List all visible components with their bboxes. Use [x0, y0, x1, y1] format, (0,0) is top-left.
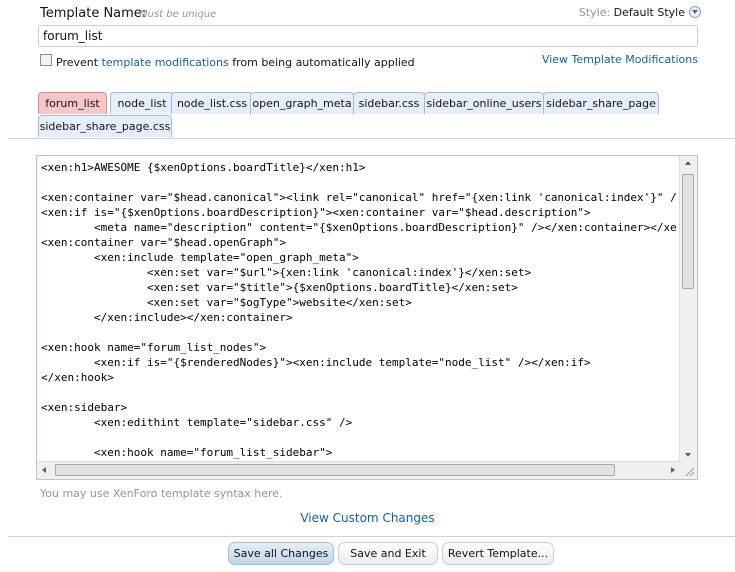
view-custom-changes-row: View Custom Changes: [0, 511, 735, 525]
tab-node-list-css[interactable]: node_list.css: [171, 92, 253, 114]
tab-sidebar-online-users[interactable]: sidebar_online_users: [424, 92, 544, 114]
prevent-suffix: from being automatically applied: [232, 56, 415, 69]
scroll-down-icon[interactable]: [685, 453, 691, 457]
template-name-input[interactable]: [38, 25, 698, 47]
chevron-down-icon[interactable]: [689, 6, 701, 18]
view-template-modifications-link[interactable]: View Template Modifications: [542, 53, 698, 66]
prevent-prefix: Prevent: [56, 56, 99, 69]
syntax-hint: You may use XenForo template syntax here…: [40, 487, 283, 500]
template-modifications-link[interactable]: template modifications: [102, 56, 229, 69]
tab-node-list[interactable]: node_list: [110, 92, 174, 114]
tab-sidebar-share-page-css[interactable]: sidebar_share_page.css: [38, 115, 172, 137]
style-label: Style:: [578, 6, 611, 19]
scroll-left-icon[interactable]: [42, 467, 46, 473]
horizontal-scrollbar[interactable]: [37, 461, 680, 479]
scroll-up-icon[interactable]: [685, 161, 691, 165]
tab-sidebar-share-page[interactable]: sidebar_share_page: [543, 92, 659, 114]
template-tabs: forum_list node_list node_list.css open_…: [8, 90, 735, 139]
style-value[interactable]: Default Style: [614, 6, 685, 19]
vertical-scroll-thumb[interactable]: [682, 174, 694, 289]
revert-template-button[interactable]: Revert Template...: [442, 542, 554, 565]
prevent-modifications-checkbox[interactable]: [40, 54, 52, 66]
prevent-modifications-label: Prevent template modifications from bein…: [56, 56, 415, 69]
tab-forum-list[interactable]: forum_list: [38, 92, 107, 114]
tab-sidebar-css[interactable]: sidebar.css: [353, 92, 425, 114]
vertical-scrollbar[interactable]: [679, 156, 697, 462]
style-selector[interactable]: Style: Default Style: [579, 6, 685, 19]
template-name-hint: Must be unique: [139, 9, 217, 20]
resize-grip-icon[interactable]: [680, 462, 697, 479]
template-code-text[interactable]: <xen:h1>AWESOME {$xenOptions.boardTitle}…: [41, 160, 677, 459]
template-name-label: Template Name:: [40, 6, 147, 21]
horizontal-scroll-thumb[interactable]: [55, 464, 615, 476]
save-all-changes-button[interactable]: Save all Changes: [228, 542, 334, 565]
view-custom-changes-link[interactable]: View Custom Changes: [300, 511, 434, 525]
tab-open-graph-meta[interactable]: open_graph_meta: [250, 92, 354, 114]
divider: [8, 536, 735, 537]
save-and-exit-button[interactable]: Save and Exit: [338, 542, 438, 565]
template-code-editor[interactable]: <xen:h1>AWESOME {$xenOptions.boardTitle}…: [36, 155, 698, 480]
scroll-right-icon[interactable]: [671, 467, 675, 473]
